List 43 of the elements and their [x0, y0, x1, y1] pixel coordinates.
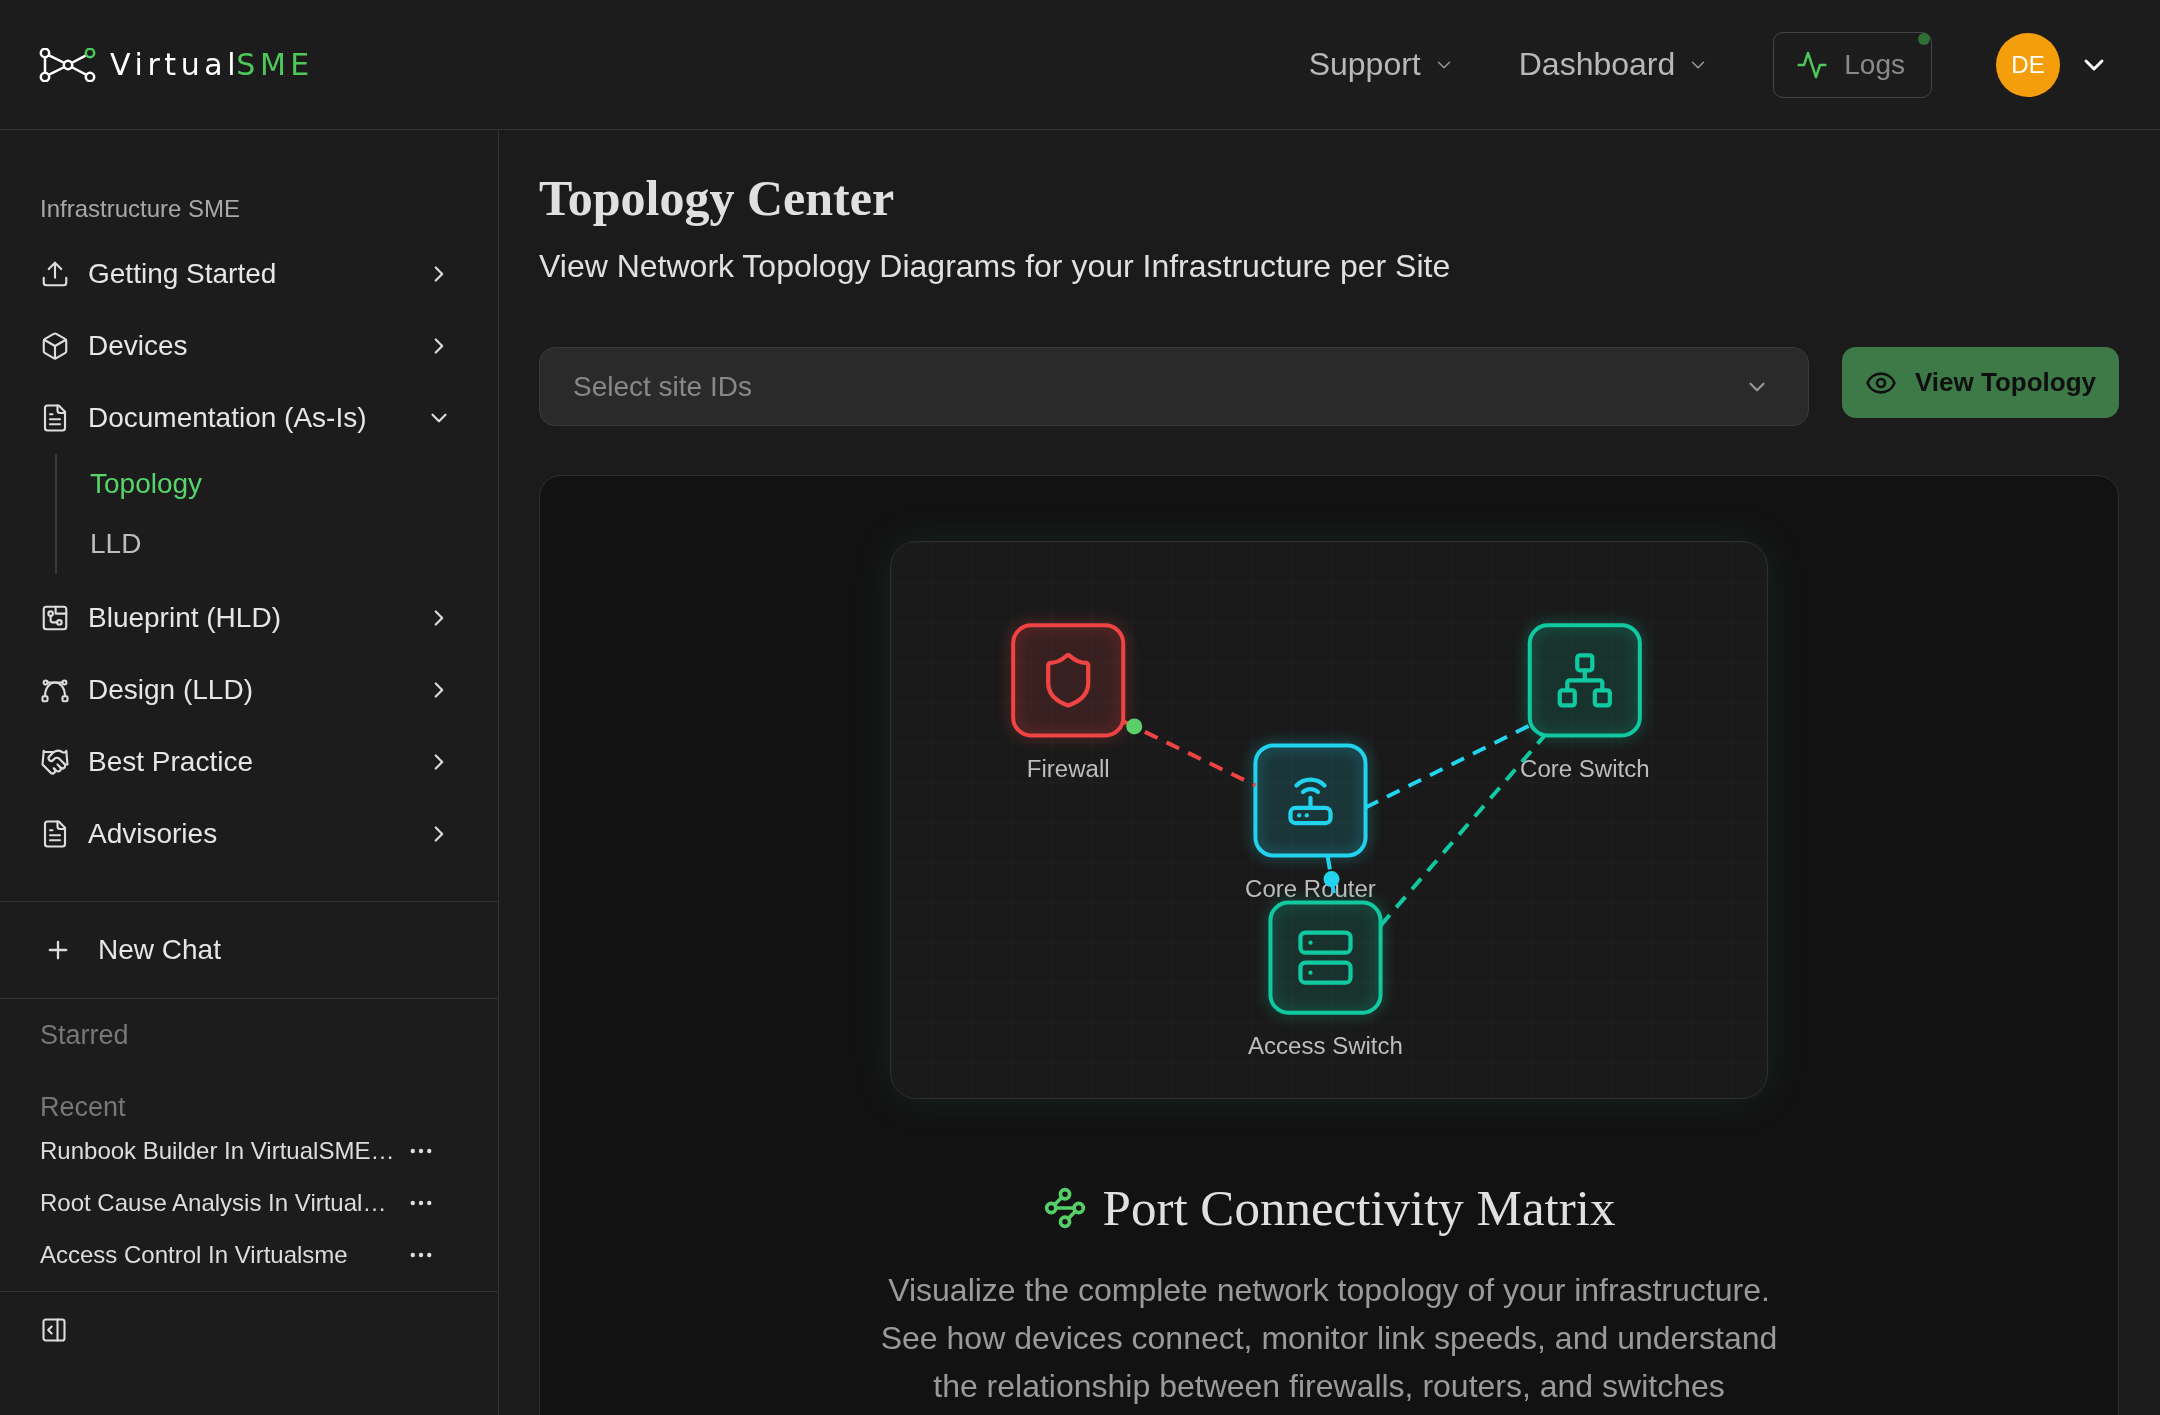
chat-history-item[interactable]: Access Control In Virtualsme [40, 1241, 348, 1269]
sidebar-subitem[interactable]: LLD [90, 514, 452, 574]
shield-icon [1046, 653, 1091, 708]
wifi-router-icon [1288, 777, 1333, 826]
sidebar-item[interactable]: Design (LLD) [40, 654, 452, 726]
node-label: Core Switch [1520, 754, 1650, 782]
server-icon [1298, 930, 1353, 985]
view-topology-button[interactable]: View Topology [1842, 347, 2119, 418]
handshake-icon [40, 747, 70, 777]
site-select[interactable]: Select site IDs [539, 347, 1809, 426]
upload-icon [40, 259, 70, 289]
description-text: Visualize the complete network topology of your infrastructure. See how devices connect, monitor link speeds, and understand the relationship between firewalls, routers, and switches [879, 1271, 1779, 1406]
ellipsis-icon[interactable] [410, 1251, 432, 1259]
hierarchy-icon [1557, 653, 1612, 708]
brand-logo-text: VirtualSME [110, 47, 314, 82]
chat-history-item[interactable]: Root Cause Analysis In Virtual… [40, 1189, 387, 1217]
panel-collapse-icon[interactable] [40, 1316, 68, 1344]
ellipsis-icon[interactable] [410, 1199, 432, 1207]
chat-history-item[interactable]: Runbook Builder In VirtualSME… [40, 1137, 395, 1165]
sidebar-item[interactable]: Blueprint (HLD) [40, 582, 452, 654]
section-label: Infrastructure SME [40, 195, 242, 223]
section-label: Starred [40, 1019, 130, 1052]
sidebar-item[interactable]: Documentation (As-Is) [40, 382, 452, 454]
nav-menu-button[interactable]: Support [1308, 46, 1455, 83]
logs-button[interactable]: Logs [1773, 31, 1932, 98]
page-title: Topology Center [539, 170, 896, 226]
sidebar-item[interactable]: Devices [40, 310, 452, 382]
page-subtitle: View Network Topology Diagrams for your Infrastructure per Site [539, 247, 1452, 286]
cube-icon [40, 331, 70, 361]
new-chat-button[interactable]: New Chat [0, 901, 498, 999]
nav-menu-button[interactable]: Dashboard [1518, 46, 1710, 83]
node-label: Access Switch [1248, 1032, 1403, 1060]
section-label: Recent [40, 1091, 127, 1124]
sidebar-item[interactable]: Best Practice [40, 726, 452, 798]
sidebar-item[interactable]: Getting Started [40, 238, 452, 310]
ellipsis-icon[interactable] [410, 1147, 432, 1155]
connected-nodes-icon [1042, 1186, 1087, 1230]
node-label: Firewall [1026, 754, 1110, 782]
circuit-board-icon [40, 603, 70, 633]
section-title: Port Connectivity Matrix [1102, 1180, 1616, 1236]
sidebar-subitem[interactable]: Topology [90, 454, 452, 514]
network-nodes-icon [39, 47, 96, 82]
sidebar-item[interactable]: Advisories [40, 798, 452, 870]
